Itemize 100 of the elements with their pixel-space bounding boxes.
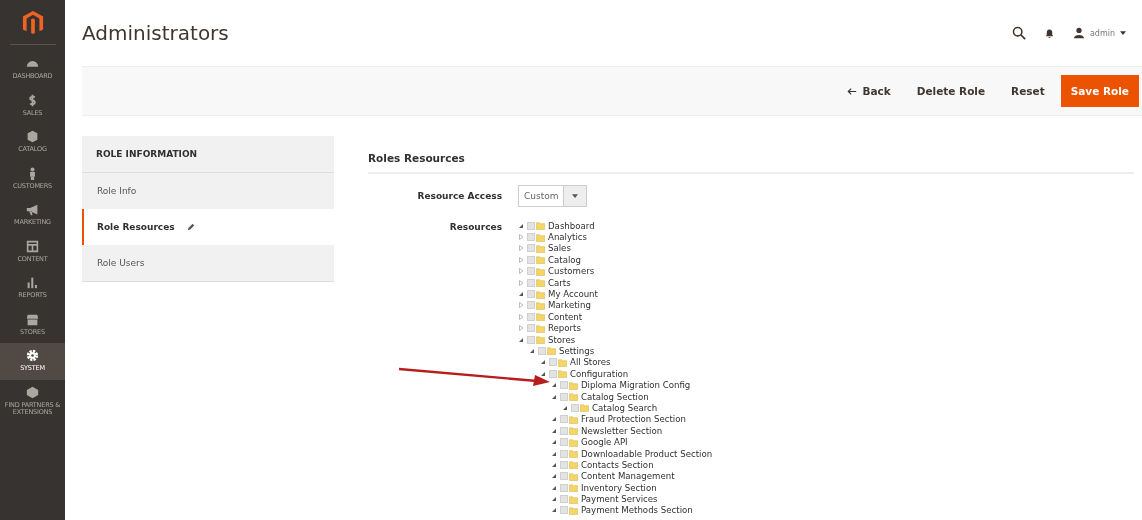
tree-item-label[interactable]: Downloadable Product Section (581, 448, 713, 459)
expand-toggle[interactable] (551, 382, 557, 389)
expand-toggle[interactable] (551, 507, 557, 514)
tree-item-label[interactable]: Content Management (581, 471, 675, 482)
checkbox[interactable] (527, 335, 535, 344)
expand-toggle[interactable] (518, 336, 524, 343)
expand-toggle[interactable] (551, 427, 557, 434)
checkbox[interactable] (527, 255, 535, 264)
tree-item-label[interactable]: Carts (548, 277, 571, 288)
back-button[interactable]: Back (837, 76, 901, 106)
panel-tab[interactable]: Role Users (82, 245, 334, 281)
checkbox[interactable] (560, 460, 568, 469)
expand-toggle[interactable] (529, 348, 535, 354)
tree-item-label[interactable]: Google API (581, 437, 628, 448)
action-button[interactable]: Delete Role (906, 76, 996, 106)
caret-icon (572, 194, 579, 198)
action-button[interactable]: Reset (1001, 76, 1055, 106)
tree-item-label[interactable]: Fraud Protection Section (581, 414, 686, 425)
checkbox[interactable] (560, 392, 568, 401)
tree-item-label[interactable]: Newsletter Section (581, 425, 663, 436)
tree-item-label[interactable]: Catalog Search (592, 402, 658, 413)
tree-item-label[interactable]: Stores (548, 334, 576, 345)
checkbox[interactable] (560, 449, 568, 458)
checkbox[interactable] (549, 358, 557, 367)
tree-item-label[interactable]: Catalog Section (581, 391, 649, 402)
expand-toggle[interactable] (551, 450, 557, 457)
checkbox[interactable] (527, 267, 535, 276)
checkbox[interactable] (571, 403, 579, 412)
user-menu[interactable]: admin (1072, 27, 1126, 39)
checkbox[interactable] (560, 472, 568, 481)
expand-toggle[interactable] (540, 370, 546, 377)
resource-access-select[interactable]: Custom (518, 185, 588, 207)
expand-toggle[interactable] (518, 313, 524, 320)
bell-icon[interactable] (1043, 27, 1055, 39)
logo-icon[interactable] (21, 10, 44, 36)
back-arrow-icon (847, 86, 858, 96)
expand-toggle[interactable] (518, 325, 524, 332)
expand-toggle[interactable] (551, 473, 557, 480)
store-icon (26, 312, 39, 326)
checkbox[interactable] (549, 369, 557, 378)
cube-icon (26, 385, 39, 399)
tree-item-label[interactable]: Reports (548, 323, 581, 334)
tree-item-label[interactable]: Diploma Migration Config (581, 380, 691, 391)
expand-toggle[interactable] (551, 461, 557, 468)
tree-item-label[interactable]: Settings (559, 346, 595, 356)
checkbox[interactable] (527, 312, 535, 321)
panel-title: ROLE INFORMATION (82, 136, 334, 173)
expand-toggle[interactable] (551, 416, 557, 423)
page-title: Administrators (82, 21, 229, 45)
tree-item-label[interactable]: My Account (548, 289, 598, 300)
search-icon[interactable] (1011, 26, 1026, 40)
tree-item-label[interactable]: Configuration (570, 368, 629, 379)
checkbox[interactable] (560, 506, 568, 515)
expand-toggle[interactable] (518, 256, 524, 263)
tree-item-label[interactable]: Content (548, 311, 583, 322)
checkbox[interactable] (527, 290, 535, 299)
megaphone-icon (26, 203, 39, 216)
tree-item-label[interactable]: Dashboard (548, 220, 595, 231)
expand-toggle[interactable] (551, 393, 557, 400)
panel-tab[interactable]: Role Resources (82, 209, 334, 245)
checkbox[interactable] (560, 483, 568, 492)
pencil-icon (186, 223, 195, 231)
tree-item-label[interactable]: Payment Services (581, 494, 658, 505)
checkbox[interactable] (527, 301, 535, 310)
expand-toggle[interactable] (518, 291, 524, 298)
tree-item-label[interactable]: Payment Methods Section (581, 505, 693, 516)
expand-toggle[interactable] (551, 439, 557, 446)
tree-item-label[interactable]: Analytics (548, 232, 588, 243)
tree-item-label[interactable]: Marketing (548, 300, 591, 311)
expand-toggle[interactable] (551, 484, 557, 491)
tree-item-label[interactable]: Inventory Section (581, 482, 657, 493)
tree-item-label[interactable]: Contacts Section (581, 459, 654, 470)
expand-toggle[interactable] (551, 496, 557, 503)
checkbox[interactable] (560, 381, 568, 390)
panel-tab[interactable]: Role Info (82, 173, 334, 209)
expand-toggle[interactable] (518, 222, 524, 229)
checkbox[interactable] (538, 347, 546, 355)
tree-item-label[interactable]: Catalog (548, 254, 581, 265)
checkbox[interactable] (527, 233, 535, 242)
expand-toggle[interactable] (518, 234, 524, 241)
checkbox[interactable] (560, 438, 568, 447)
checkbox[interactable] (527, 221, 535, 230)
checkbox[interactable] (560, 495, 568, 504)
checkbox[interactable] (527, 244, 535, 253)
tree-item-label[interactable]: Sales (548, 243, 571, 254)
checkbox[interactable] (560, 415, 568, 424)
expand-toggle[interactable] (562, 404, 568, 411)
tree-item-label[interactable]: All Stores (570, 357, 611, 368)
save-button[interactable]: Save Role (1060, 75, 1139, 107)
expand-toggle[interactable] (518, 302, 524, 309)
expand-toggle[interactable] (540, 359, 546, 366)
checkbox[interactable] (560, 426, 568, 435)
expand-toggle[interactable] (518, 268, 524, 275)
checkbox[interactable] (527, 324, 535, 333)
bar-chart-icon (26, 276, 39, 289)
checkbox[interactable] (527, 278, 535, 287)
tree-item-label[interactable]: Customers (548, 266, 595, 277)
caret-icon (1120, 31, 1126, 35)
expand-toggle[interactable] (518, 279, 524, 286)
expand-toggle[interactable] (518, 245, 524, 252)
